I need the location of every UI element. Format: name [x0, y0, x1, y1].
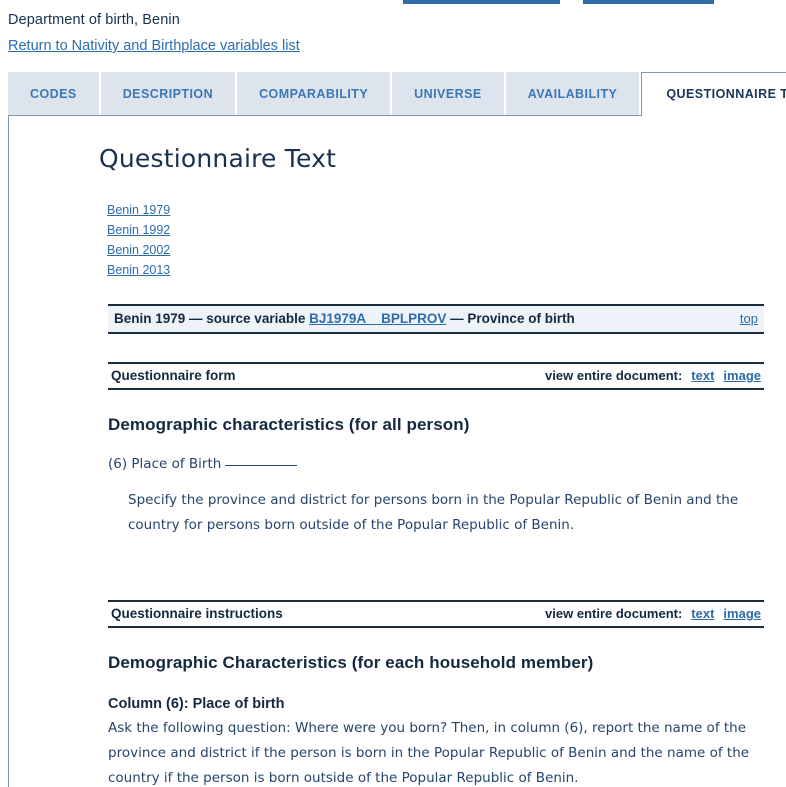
- breadcrumb: Department of birth, Benin Return to Nat…: [0, 6, 786, 56]
- section-heading-demographic-characteristics-household: Demographic Characteristics (for each ho…: [108, 653, 594, 672]
- tab-universe[interactable]: UNIVERSE: [392, 72, 504, 116]
- view-entire-document-label-form: view entire document:: [545, 368, 683, 383]
- partial-button-left[interactable]: [403, 0, 560, 4]
- top-partial-button-strip: [0, 0, 786, 6]
- back-to-top-link[interactable]: top: [740, 311, 758, 326]
- questionnaire-form-body: Demographic characteristics (for all per…: [108, 414, 764, 538]
- year-link-list: Benin 1979 Benin 1992 Benin 2002 Benin 2…: [107, 200, 776, 280]
- year-link-benin-1992[interactable]: Benin 1992: [107, 220, 170, 240]
- tab-codes[interactable]: CODES: [8, 72, 99, 116]
- subheading-column-6-place-of-birth: Column (6): Place of birth: [108, 696, 285, 712]
- source-variable-text: Benin 1979 — source variable BJ1979A__BP…: [114, 311, 575, 326]
- question-label-text: (6) Place of Birth: [108, 456, 222, 472]
- view-image-link-instructions[interactable]: image: [723, 606, 761, 621]
- year-link-benin-2013[interactable]: Benin 2013: [107, 260, 170, 280]
- tab-availability[interactable]: AVAILABILITY: [505, 72, 640, 116]
- questionnaire-form-label: Questionnaire form: [111, 368, 236, 383]
- answer-blank-line: [225, 465, 298, 466]
- source-variable-prefix: Benin 1979 — source variable: [114, 311, 310, 326]
- tab-questionnaire-text[interactable]: QUESTIONNAIRE TEXT: [641, 72, 786, 117]
- view-text-link-form[interactable]: text: [691, 368, 714, 383]
- form-instruction-paragraph: Specify the province and district for pe…: [128, 492, 739, 533]
- questionnaire-instructions-label: Questionnaire instructions: [111, 606, 283, 621]
- page-title: Questionnaire Text: [99, 144, 337, 173]
- year-link-benin-1979[interactable]: Benin 1979: [107, 200, 170, 220]
- return-to-variables-list-link[interactable]: Return to Nativity and Birthplace variab…: [8, 37, 300, 56]
- questionnaire-instructions-header: Questionnaire instructions view entire d…: [108, 600, 764, 628]
- section-heading-demographic-characteristics: Demographic characteristics (for all per…: [108, 415, 470, 434]
- questionnaire-instructions-body: Demographic Characteristics (for each ho…: [108, 652, 764, 787]
- source-variable-suffix: — Province of birth: [446, 311, 575, 326]
- tab-comparability[interactable]: COMPARABILITY: [237, 72, 391, 116]
- view-entire-document-group-instructions: view entire document: text image: [545, 606, 761, 621]
- view-image-link-form[interactable]: image: [723, 368, 761, 383]
- page-variable-title: Department of birth, Benin: [8, 12, 180, 28]
- source-variable-link[interactable]: BJ1979A__BPLPROV: [309, 311, 446, 326]
- view-entire-document-group-form: view entire document: text image: [545, 368, 761, 383]
- tab-description[interactable]: DESCRIPTION: [100, 72, 236, 116]
- view-entire-document-label-instructions: view entire document:: [545, 606, 683, 621]
- source-variable-bar: Benin 1979 — source variable BJ1979A__BP…: [108, 304, 764, 334]
- year-link-benin-2002[interactable]: Benin 2002: [107, 240, 170, 260]
- partial-button-right[interactable]: [583, 0, 714, 4]
- tab-bar: CODES DESCRIPTION COMPARABILITY UNIVERSE…: [0, 70, 786, 117]
- question-place-of-birth: (6) Place of Birth: [108, 454, 764, 474]
- content-panel: Questionnaire Text Benin 1979 Benin 1992…: [8, 115, 786, 787]
- view-text-link-instructions[interactable]: text: [691, 606, 714, 621]
- instructions-paragraph-1: Ask the following question: Where were y…: [108, 720, 750, 786]
- questionnaire-form-header: Questionnaire form view entire document:…: [108, 362, 764, 390]
